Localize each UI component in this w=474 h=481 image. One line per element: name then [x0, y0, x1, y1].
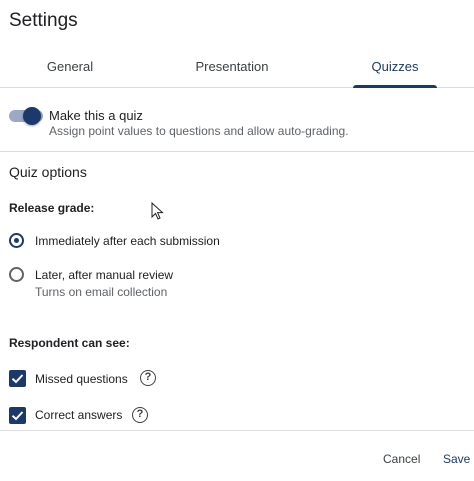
radio-later-sublabel: Turns on email collection	[35, 285, 168, 299]
settings-tabs: General Presentation Quizzes	[0, 53, 474, 88]
correct-answers-checkbox[interactable]	[9, 407, 26, 424]
footer-divider	[0, 430, 474, 431]
mouse-pointer-icon	[151, 202, 164, 220]
checkmark-icon	[11, 411, 24, 421]
active-tab-indicator	[353, 85, 437, 88]
save-button[interactable]: Save	[443, 452, 470, 466]
radio-later-label[interactable]: Later, after manual review	[35, 268, 173, 282]
correct-answers-label[interactable]: Correct answers	[35, 408, 122, 422]
toggle-knob	[23, 107, 41, 125]
make-quiz-label: Make this a quiz	[49, 108, 143, 123]
radio-selected-dot	[14, 238, 19, 243]
checkmark-icon	[11, 374, 24, 384]
make-quiz-toggle[interactable]	[9, 107, 45, 125]
missed-questions-checkbox[interactable]	[9, 370, 26, 387]
cancel-button[interactable]: Cancel	[383, 452, 420, 466]
quiz-options-title: Quiz options	[9, 164, 87, 180]
release-grade-label: Release grade:	[9, 201, 95, 215]
help-icon[interactable]: ?	[140, 370, 156, 386]
radio-immediately-label[interactable]: Immediately after each submission	[35, 234, 220, 248]
radio-immediately[interactable]	[9, 233, 24, 248]
tab-quizzes[interactable]: Quizzes	[353, 53, 437, 88]
make-quiz-description: Assign point values to questions and all…	[49, 124, 349, 138]
respondent-can-see-label: Respondent can see:	[9, 336, 130, 350]
help-icon[interactable]: ?	[132, 407, 148, 423]
dialog-title: Settings	[9, 10, 78, 31]
tab-general[interactable]: General	[20, 53, 120, 87]
section-divider	[0, 151, 474, 152]
tab-presentation[interactable]: Presentation	[182, 53, 282, 87]
missed-questions-label[interactable]: Missed questions	[35, 372, 128, 386]
tab-quizzes-label: Quizzes	[371, 59, 419, 74]
radio-later[interactable]	[9, 267, 24, 282]
